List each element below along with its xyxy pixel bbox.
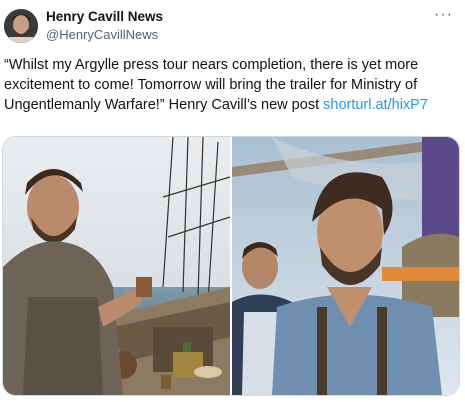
ellipsis-icon[interactable]: ··· — [434, 6, 453, 24]
tweet-card: Henry Cavill News @HenryCavillNews ··· “… — [0, 0, 465, 402]
photo-two-men[interactable] — [232, 137, 459, 395]
media-grid — [2, 136, 460, 396]
author-avatar[interactable] — [4, 9, 38, 43]
author-display-name[interactable]: Henry Cavill News — [46, 8, 163, 26]
author-info: Henry Cavill News @HenryCavillNews — [46, 8, 163, 44]
tweet-link[interactable]: shorturl.at/hixP7 — [323, 97, 428, 113]
tweet-text: “Whilst my Argylle press tour nears comp… — [4, 55, 454, 115]
author-handle[interactable]: @HenryCavillNews — [46, 26, 163, 44]
photo-ship-deck[interactable] — [3, 137, 230, 395]
